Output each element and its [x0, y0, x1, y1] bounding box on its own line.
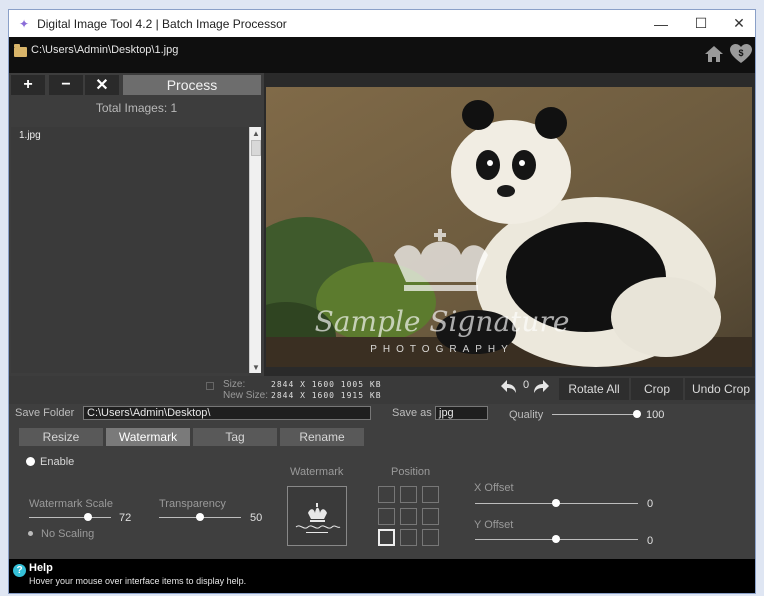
watermark-scale-label: Watermark Scale — [29, 498, 113, 510]
watermark-label: Watermark — [290, 466, 344, 478]
position-top-center[interactable] — [400, 486, 417, 503]
image-preview-pane: Sample Signature PHOTOGRAPHY — [264, 73, 755, 376]
new-size-label: New Size: — [223, 390, 269, 401]
help-title: Help — [29, 562, 53, 574]
undo-crop-button[interactable]: Undo Crop — [685, 378, 755, 400]
close-button[interactable]: ✕ — [719, 10, 755, 37]
position-middle-right[interactable] — [422, 508, 439, 525]
position-middle-left[interactable] — [378, 508, 395, 525]
y-offset-value: 0 — [647, 535, 654, 547]
current-path: C:\Users\Admin\Desktop\1.jpg — [31, 44, 179, 56]
x-offset-handle[interactable] — [552, 499, 560, 507]
minimize-button[interactable]: — — [641, 10, 681, 37]
save-as-label: Save as — [392, 407, 432, 419]
maximize-button[interactable]: ☐ — [681, 10, 721, 37]
add-images-button[interactable]: + — [11, 75, 45, 95]
save-folder-label: Save Folder — [15, 407, 75, 419]
transparency-label: Transparency — [159, 498, 226, 510]
quality-value: 100 — [646, 409, 665, 421]
transparency-value: 50 — [250, 512, 263, 524]
watermark-thumbnail[interactable] — [287, 486, 347, 546]
position-top-left[interactable] — [378, 486, 395, 503]
watermark-thumbnail-image — [295, 503, 341, 533]
position-middle-center[interactable] — [400, 508, 417, 525]
process-button[interactable]: Process — [123, 75, 261, 95]
watermark-scale-value: 72 — [119, 512, 132, 524]
no-scaling-radio[interactable] — [28, 531, 33, 536]
save-folder-field[interactable]: C:\Users\Admin\Desktop\ — [83, 406, 371, 420]
window-title: Digital Image Tool 4.2 | Batch Image Pro… — [37, 16, 287, 31]
quality-slider[interactable] — [552, 414, 637, 415]
rotate-left-icon[interactable] — [501, 380, 517, 394]
watermark-scale-slider[interactable] — [29, 517, 111, 518]
x-offset-value: 0 — [647, 498, 654, 510]
watermark-signature: Sample Signature — [315, 305, 570, 338]
help-icon: ? — [13, 564, 26, 577]
rotation-value: 0 — [523, 379, 530, 391]
new-size-value: 2844 X 1600 1915 KB — [271, 391, 382, 400]
tab-resize[interactable]: Resize — [19, 428, 103, 446]
position-top-right[interactable] — [422, 486, 439, 503]
info-bar: Size: New Size: 2844 X 1600 1005 KB 2844… — [9, 376, 755, 404]
y-offset-handle[interactable] — [552, 535, 560, 543]
position-bottom-center[interactable] — [400, 529, 417, 546]
clear-images-button[interactable]: ✕ — [85, 75, 119, 95]
size-value: 2844 X 1600 1005 KB — [271, 380, 382, 389]
no-scaling-label: No Scaling — [41, 528, 95, 540]
image-preview: Sample Signature PHOTOGRAPHY — [266, 87, 752, 367]
total-images: Total Images: 1 — [95, 101, 178, 115]
folder-icon — [14, 44, 27, 57]
remove-image-button[interactable]: − — [49, 75, 83, 95]
svg-text:$: $ — [738, 48, 743, 58]
file-panel: + − ✕ Process Total Images: 1 1.jpg ▲ ▼ — [9, 73, 264, 376]
home-icon[interactable] — [704, 45, 724, 63]
enable-radio[interactable] — [26, 457, 35, 466]
quality-label: Quality — [509, 409, 544, 421]
rotate-right-icon[interactable] — [533, 380, 549, 394]
rotate-all-button[interactable]: Rotate All — [559, 378, 629, 400]
watermark-subtitle: PHOTOGRAPHY — [370, 344, 514, 355]
position-label: Position — [391, 466, 431, 478]
save-as-field[interactable]: jpg — [435, 406, 488, 420]
donate-icon[interactable]: $ — [730, 44, 752, 64]
path-bar: C:\Users\Admin\Desktop\1.jpg $ — [9, 37, 755, 73]
file-list-scrollbar[interactable]: ▲ ▼ — [249, 127, 261, 373]
x-offset-label: X Offset — [474, 482, 514, 494]
app-icon: ✦ — [19, 16, 30, 31]
help-text: Hover your mouse over interface items to… — [29, 576, 247, 586]
scroll-up-icon[interactable]: ▲ — [250, 127, 262, 139]
position-bottom-right[interactable] — [422, 529, 439, 546]
position-bottom-left[interactable] — [378, 529, 395, 546]
scroll-down-icon[interactable]: ▼ — [250, 361, 262, 373]
tab-tag[interactable]: Tag — [193, 428, 277, 446]
y-offset-label: Y Offset — [474, 519, 514, 531]
tab-watermark[interactable]: Watermark — [106, 428, 190, 446]
transparency-handle[interactable] — [196, 513, 204, 521]
scroll-thumb[interactable] — [251, 140, 261, 156]
list-item[interactable]: 1.jpg — [19, 130, 41, 141]
watermark-scale-handle[interactable] — [84, 513, 93, 521]
title-bar: ✦ Digital Image Tool 4.2 | Batch Image P… — [9, 10, 755, 37]
enable-label: Enable — [40, 456, 75, 468]
quality-slider-handle[interactable] — [633, 410, 641, 418]
file-list[interactable]: 1.jpg ▲ ▼ — [11, 127, 261, 373]
tab-rename[interactable]: Rename — [280, 428, 364, 446]
app-window: ✦ Digital Image Tool 4.2 | Batch Image P… — [8, 9, 756, 594]
size-label: Size: — [223, 379, 246, 390]
help-bar: ? Help Hover your mouse over interface i… — [9, 559, 755, 593]
checkbox-icon[interactable] — [206, 382, 214, 390]
crop-button[interactable]: Crop — [631, 378, 683, 400]
